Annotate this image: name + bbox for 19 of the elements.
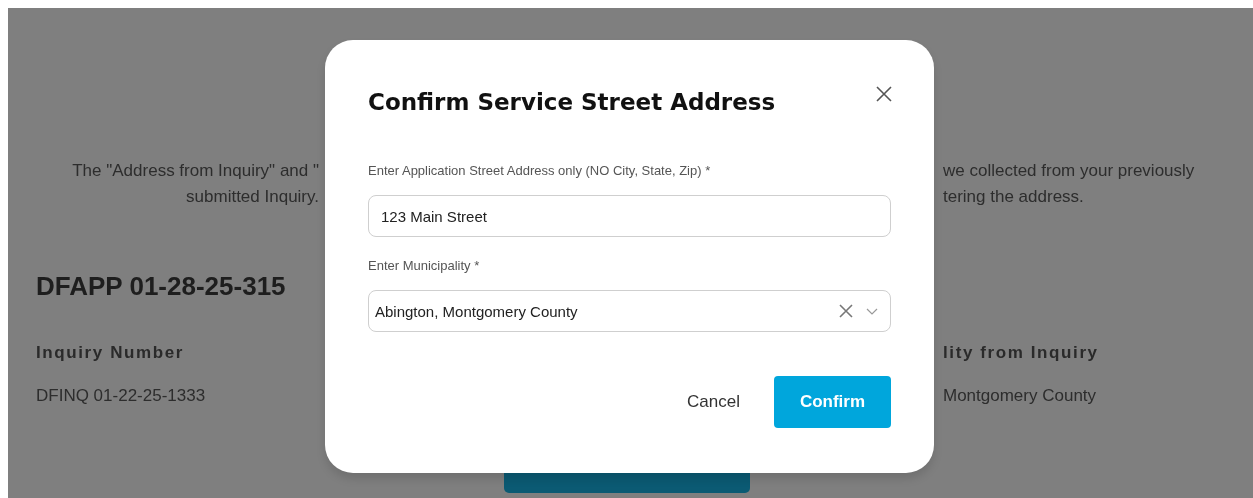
cancel-button[interactable]: Cancel xyxy=(687,388,740,416)
intro-text: tering the address. xyxy=(943,186,1084,208)
field-value: DFINQ 01-22-25-1333 xyxy=(36,385,207,407)
municipality-select[interactable]: Abington, Montgomery County xyxy=(368,290,891,332)
intro-text: we collected from your previously xyxy=(943,160,1195,182)
application-id: DFAPP 01-28-25-315 xyxy=(36,270,287,302)
dialog-title: Confirm Service Street Address xyxy=(368,89,776,115)
field-label: Inquiry Number xyxy=(36,342,186,364)
chevron-icon[interactable] xyxy=(866,307,878,315)
street-address-field[interactable]: 123 Main Street xyxy=(368,195,891,237)
clear-icon[interactable] xyxy=(839,304,853,318)
intro-text: submitted Inquiry. xyxy=(186,186,319,208)
field-label: Enter Application Street Address only (NO City, State, Zip) * xyxy=(368,163,712,179)
field-label: lity from Inquiry xyxy=(943,342,1099,364)
field-label: Enter Municipality * xyxy=(368,258,481,274)
selected-value: Abington, Montgomery County xyxy=(375,302,578,320)
close-icon[interactable] xyxy=(876,86,892,102)
intro-text: The "Address from Inquiry" and " xyxy=(72,160,319,182)
field-value: Montgomery County xyxy=(943,385,1097,407)
